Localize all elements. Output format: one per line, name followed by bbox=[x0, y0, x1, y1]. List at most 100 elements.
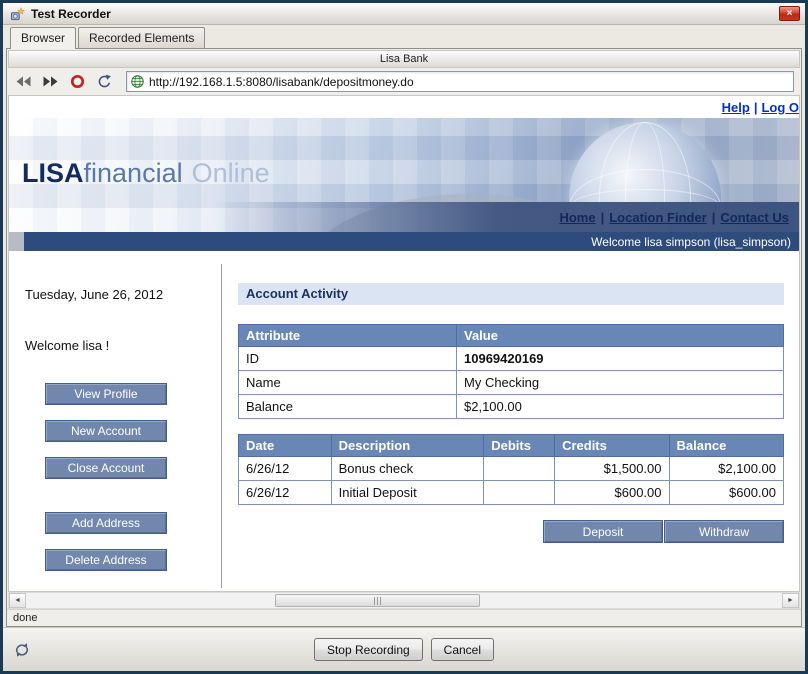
delete-address-button[interactable]: Delete Address bbox=[45, 549, 167, 571]
tab-recorded-elements[interactable]: Recorded Elements bbox=[78, 27, 205, 48]
account-action-buttons: Deposit Withdraw bbox=[238, 520, 784, 543]
back-button[interactable] bbox=[14, 73, 32, 91]
browser-viewport: Help | Log O LISAfinancial Online Home | … bbox=[8, 95, 800, 592]
title-bar: Test Recorder × bbox=[3, 3, 805, 25]
attr-name-cell: Balance bbox=[239, 395, 457, 419]
deposit-button[interactable]: Deposit bbox=[543, 520, 663, 543]
table-row: 6/26/12 Initial Deposit $600.00 $600.00 bbox=[239, 481, 784, 505]
sync-icon bbox=[14, 642, 30, 663]
welcome-bar: Welcome lisa simpson (lisa_simpson) bbox=[9, 232, 799, 251]
globe-icon bbox=[131, 75, 144, 88]
logo-lisa: LISA bbox=[22, 158, 84, 188]
attr-name-cell: Name bbox=[239, 371, 457, 395]
scroll-left-icon: ◄ bbox=[14, 597, 21, 604]
tx-header-date: Date bbox=[239, 435, 332, 457]
tx-description-cell: Bonus check bbox=[331, 457, 484, 481]
scroll-right-button[interactable]: ► bbox=[782, 593, 799, 608]
table-row: Name My Checking bbox=[239, 371, 784, 395]
page-banner: LISAfinancial Online Home | Location Find… bbox=[9, 118, 799, 232]
attr-name-cell: ID bbox=[239, 347, 457, 371]
tx-balance-cell: $2,100.00 bbox=[669, 457, 783, 481]
add-address-button[interactable]: Add Address bbox=[45, 512, 167, 534]
refresh-button[interactable] bbox=[95, 73, 113, 91]
nav-link-location-finder[interactable]: Location Finder bbox=[609, 210, 707, 225]
attr-value-cell: My Checking bbox=[457, 371, 784, 395]
forward-button[interactable] bbox=[41, 73, 59, 91]
horizontal-scrollbar: ◄ ► bbox=[8, 592, 800, 609]
link-separator: | bbox=[750, 100, 762, 115]
attr-value-cell: 10969420169 bbox=[457, 347, 784, 371]
attributes-table: Attribute Value ID 10969420169 Name bbox=[238, 324, 784, 419]
tx-header-description: Description bbox=[331, 435, 484, 457]
window-title: Test Recorder bbox=[31, 7, 111, 21]
browser-toolbar bbox=[7, 68, 801, 95]
logo-online: Online bbox=[192, 158, 270, 188]
app-icon bbox=[8, 5, 26, 23]
lisa-financial-logo: LISAfinancial Online bbox=[22, 158, 270, 189]
page-top-links: Help | Log O bbox=[9, 96, 799, 118]
welcome-bar-corner bbox=[9, 232, 24, 251]
cancel-button[interactable]: Cancel bbox=[431, 638, 494, 661]
refresh-icon bbox=[97, 74, 112, 89]
attr-header-attribute: Attribute bbox=[239, 325, 457, 347]
scrollbar-track[interactable] bbox=[26, 593, 782, 608]
tab-browser-label: Browser bbox=[21, 31, 65, 45]
forward-icon bbox=[43, 76, 58, 87]
scrollbar-thumb[interactable] bbox=[275, 594, 479, 607]
sidebar-date: Tuesday, June 26, 2012 bbox=[25, 287, 221, 302]
banner-nav: Home | Location Finder | Contact Us bbox=[9, 202, 799, 232]
back-icon bbox=[16, 76, 31, 87]
close-icon: × bbox=[787, 9, 793, 19]
browser-tab-panel: Lisa Bank bbox=[6, 48, 802, 627]
status-bar: done bbox=[7, 609, 801, 626]
nav-link-home[interactable]: Home bbox=[559, 210, 595, 225]
account-activity-title: Account Activity bbox=[238, 283, 784, 305]
logout-link[interactable]: Log O bbox=[761, 100, 799, 115]
tx-balance-cell: $600.00 bbox=[669, 481, 783, 505]
tx-credits-cell: $1,500.00 bbox=[555, 457, 669, 481]
test-recorder-window: Test Recorder × Browser Recorded Element… bbox=[0, 0, 808, 674]
address-bar bbox=[126, 71, 794, 92]
welcome-user-text: Welcome lisa simpson (lisa_simpson) bbox=[591, 235, 799, 249]
tx-date-cell: 6/26/12 bbox=[239, 457, 332, 481]
attr-header-value: Value bbox=[457, 325, 784, 347]
tx-header-balance: Balance bbox=[669, 435, 783, 457]
transactions-table: Date Description Debits Credits Balance … bbox=[238, 434, 784, 505]
help-link[interactable]: Help bbox=[722, 100, 750, 115]
attr-value-cell: $2,100.00 bbox=[457, 395, 784, 419]
tab-strip: Browser Recorded Elements bbox=[3, 25, 805, 48]
tx-debits-cell bbox=[484, 457, 555, 481]
view-profile-button[interactable]: View Profile bbox=[45, 383, 167, 405]
scroll-left-button[interactable]: ◄ bbox=[9, 593, 26, 608]
tx-debits-cell bbox=[484, 481, 555, 505]
stop-recording-button[interactable]: Stop Recording bbox=[314, 638, 423, 661]
record-icon bbox=[70, 74, 85, 89]
close-account-button[interactable]: Close Account bbox=[45, 457, 167, 479]
tx-header-credits: Credits bbox=[555, 435, 669, 457]
status-text: done bbox=[13, 612, 37, 624]
url-input[interactable] bbox=[149, 75, 789, 89]
page-content: Tuesday, June 26, 2012 Welcome lisa ! Vi… bbox=[9, 251, 799, 591]
tx-credits-cell: $600.00 bbox=[555, 481, 669, 505]
table-row: Balance $2,100.00 bbox=[239, 395, 784, 419]
footer-bar: Stop Recording Cancel bbox=[3, 627, 805, 671]
sidebar: Tuesday, June 26, 2012 Welcome lisa ! Vi… bbox=[9, 251, 221, 591]
record-button[interactable] bbox=[68, 73, 86, 91]
logo-financial: financial bbox=[84, 158, 183, 188]
account-activity-panel: Account Activity Attribute Value ID 1096 bbox=[222, 251, 799, 591]
scroll-right-icon: ► bbox=[787, 597, 794, 604]
new-account-button[interactable]: New Account bbox=[45, 420, 167, 442]
sidebar-buttons: View Profile New Account Close Account A… bbox=[45, 383, 167, 571]
tab-browser[interactable]: Browser bbox=[10, 27, 76, 49]
sidebar-greeting: Welcome lisa ! bbox=[25, 338, 221, 353]
nav-link-contact-us[interactable]: Contact Us bbox=[720, 210, 789, 225]
table-row: ID 10969420169 bbox=[239, 347, 784, 371]
browser-pane-title: Lisa Bank bbox=[8, 50, 800, 68]
tx-description-cell: Initial Deposit bbox=[331, 481, 484, 505]
nav-separator: | bbox=[707, 210, 721, 225]
table-row: 6/26/12 Bonus check $1,500.00 $2,100.00 bbox=[239, 457, 784, 481]
withdraw-button[interactable]: Withdraw bbox=[664, 520, 784, 543]
tx-header-debits: Debits bbox=[484, 435, 555, 457]
close-button[interactable]: × bbox=[779, 6, 800, 21]
tx-date-cell: 6/26/12 bbox=[239, 481, 332, 505]
